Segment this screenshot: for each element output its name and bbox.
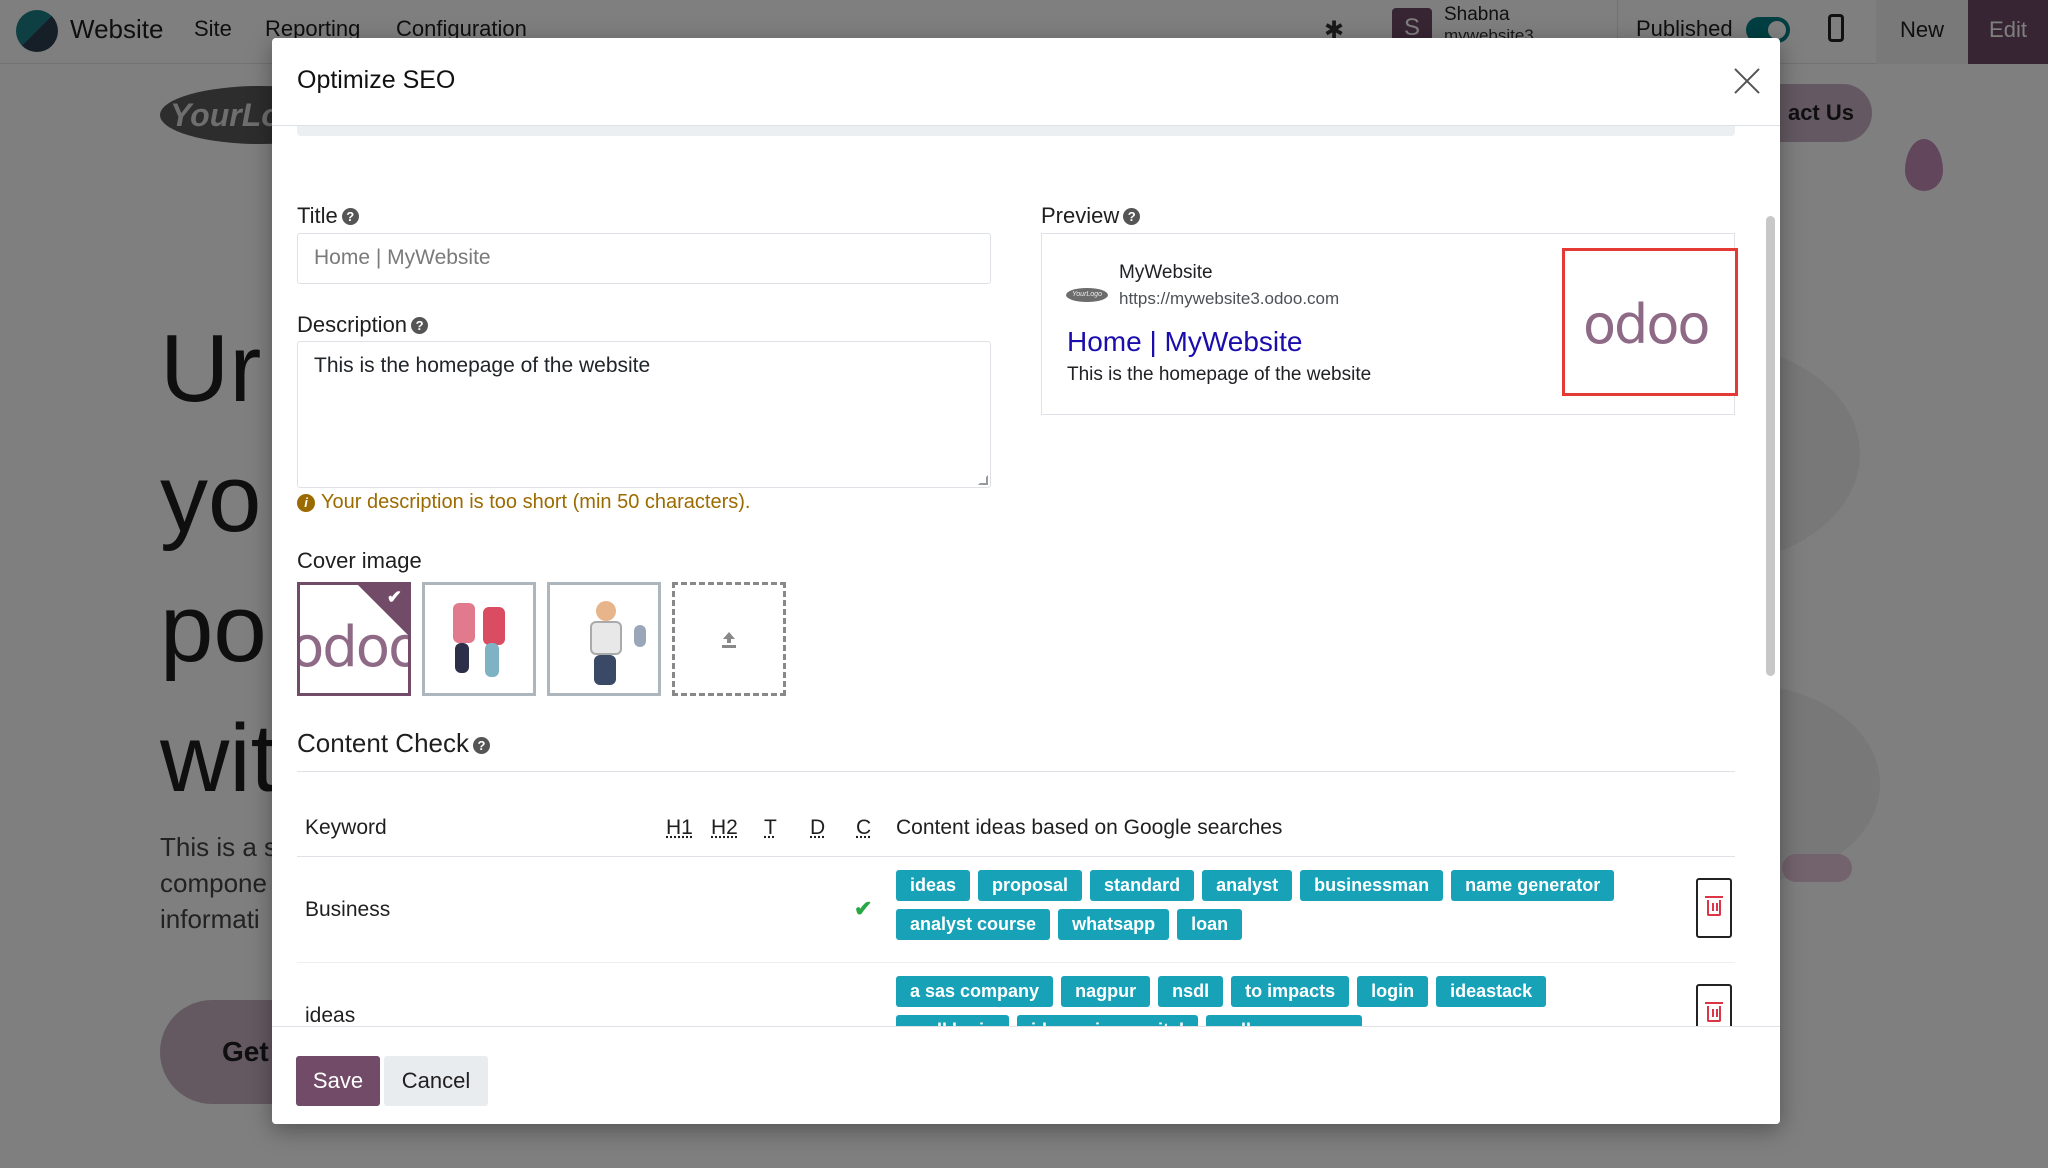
help-icon[interactable]: ? [1123,208,1141,225]
modal-footer: Save Cancel [272,1026,1780,1124]
idea-tag[interactable]: loan [1177,909,1243,940]
divider [297,856,1735,857]
idea-tag[interactable]: nagpur [1061,976,1151,1007]
illustration-figure [634,625,646,647]
cover-option-illustration-1[interactable] [422,582,536,696]
header-t: T [764,816,777,839]
header-keyword: Keyword [305,816,387,839]
preview-description: This is the homepage of the website [1067,364,1372,385]
illustration-figure [483,607,505,645]
cover-image-label: Cover image [297,548,422,573]
preview-title: Home | MyWebsite [1067,326,1303,357]
cover-option-odoo[interactable]: odoo ✔ [297,582,411,696]
idea-tag[interactable]: ideaspring capital [1017,1015,1199,1026]
modal-header: Optimize SEO [272,38,1780,126]
description-label: Description? [297,312,429,338]
preview-site-name: MyWebsite [1119,262,1213,283]
preview-label: Preview? [1041,203,1141,229]
delete-keyword-button[interactable] [1696,878,1732,938]
idea-tag[interactable]: to impacts [1231,976,1350,1007]
divider [297,771,1735,772]
illustration-figure [596,601,616,621]
illustration-figure [590,621,622,655]
idea-tag[interactable]: analyst [1202,870,1293,901]
preview-url: https://mywebsite3.odoo.com [1119,289,1340,308]
preview-label-text: Preview [1041,203,1120,228]
content-check-title-text: Content Check [297,728,469,758]
section-divider [297,126,1735,136]
search-preview: YourLogo MyWebsite https://mywebsite3.od… [1041,233,1738,415]
idea-tag[interactable]: whatsapp [1058,909,1170,940]
help-icon[interactable]: ? [341,208,359,225]
divider [297,962,1735,963]
header-content-ideas: Content ideas based on Google searches [896,816,1283,839]
help-icon[interactable]: ? [411,317,429,334]
preview-site-logo: YourLogo [1066,288,1108,302]
description-value: This is the homepage of the website [314,354,651,377]
illustration-figure [453,603,475,643]
content-check-title: Content Check? [297,728,490,759]
upload-icon [722,632,736,648]
description-textarea[interactable]: This is the homepage of the website [297,341,991,488]
trash-icon [1705,896,1723,916]
save-button[interactable]: Save [296,1056,380,1106]
trash-icon [1705,1002,1723,1022]
header-c: C [856,816,872,839]
idea-tag[interactable]: login [1357,976,1429,1007]
check-icon: ✔ [854,896,873,921]
illustration-figure [485,643,499,677]
header-h2: H2 [711,816,738,839]
info-icon: i [297,494,315,512]
description-label-text: Description [297,312,408,337]
preview-thumbnail: odoo [1562,248,1738,396]
idea-tag[interactable]: college nagpur [1206,1015,1363,1026]
idea-tag[interactable]: ideas [896,870,971,901]
idea-tags: a sas company nagpur nsdl to impacts log… [896,976,1656,1026]
optimize-seo-dialog: Optimize SEO Title? Home | MyWebsite Des… [272,38,1780,1124]
modal-title: Optimize SEO [297,66,456,94]
idea-tag[interactable]: nsdl login [896,1015,1009,1026]
idea-tag[interactable]: name generator [1451,870,1615,901]
cover-option-illustration-2[interactable] [547,582,661,696]
title-input-placeholder: Home | MyWebsite [314,246,491,269]
delete-keyword-button[interactable] [1696,984,1732,1026]
description-warning-text: Your description is too short (min 50 ch… [321,491,751,513]
header-d: D [810,816,826,839]
check-icon: ✔ [386,587,402,607]
scrollbar[interactable] [1766,216,1775,676]
title-input[interactable]: Home | MyWebsite [297,233,991,284]
close-icon[interactable] [1732,66,1762,96]
resize-handle[interactable] [978,475,988,485]
idea-tag[interactable]: standard [1090,870,1195,901]
illustration-figure [594,655,616,685]
description-warning: i Your description is too short (min 50 c… [297,491,750,514]
cancel-button[interactable]: Cancel [384,1056,488,1106]
illustration-figure [455,643,469,673]
odoo-logo: odoo [1583,293,1710,356]
upload-cover-button[interactable] [672,582,786,696]
modal-body: Title? Home | MyWebsite Description? Thi… [272,126,1780,1026]
title-label: Title? [297,203,359,229]
idea-tags: ideas proposal standard analyst business… [896,870,1656,940]
idea-tag[interactable]: proposal [978,870,1083,901]
idea-tag[interactable]: a sas company [896,976,1054,1007]
keyword-cell: ideas [305,1004,356,1026]
idea-tag[interactable]: businessman [1300,870,1444,901]
idea-tag[interactable]: ideastack [1436,976,1547,1007]
header-h1: H1 [666,816,693,839]
title-label-text: Title [297,203,338,228]
help-icon[interactable]: ? [472,737,490,754]
keyword-cell: Business [305,898,391,921]
idea-tag[interactable]: analyst course [896,909,1051,940]
idea-tag[interactable]: nsdl [1158,976,1224,1007]
